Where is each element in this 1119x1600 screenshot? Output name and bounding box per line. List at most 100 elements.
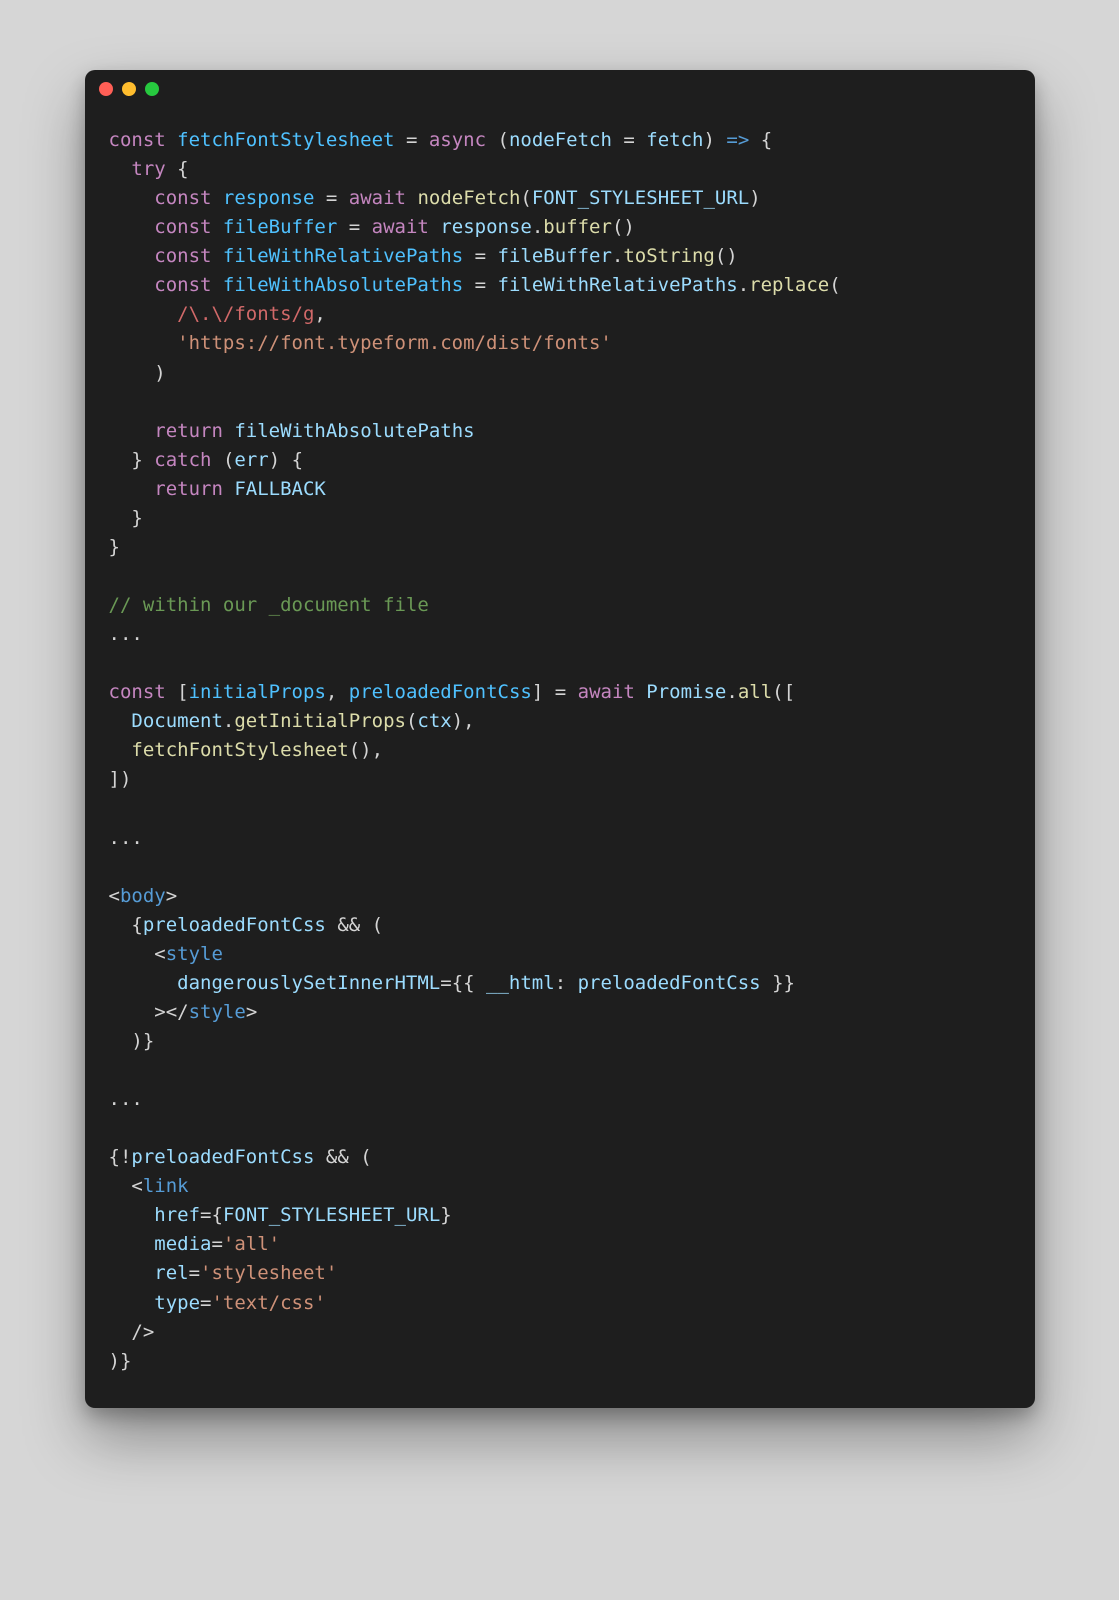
code-token: ...: [109, 1088, 143, 1110]
code-token: [566, 972, 577, 994]
code-token: style: [166, 943, 223, 965]
code-token: =: [555, 681, 566, 703]
code-token: >: [154, 1001, 165, 1023]
code-token: (: [520, 187, 531, 209]
code-token: const: [154, 216, 211, 238]
code-token: 'all': [223, 1233, 280, 1255]
code-token: [109, 1204, 155, 1226]
window-titlebar: [85, 70, 1035, 108]
code-token: ,: [314, 303, 325, 325]
code-token: .: [726, 681, 737, 703]
code-token: [212, 449, 223, 471]
code-token: const: [154, 187, 211, 209]
code-token: =: [475, 245, 486, 267]
code-token: type: [154, 1292, 200, 1314]
code-token: =: [623, 129, 634, 151]
code-token: <: [109, 885, 120, 907]
code-token: }}: [772, 972, 795, 994]
code-token: const: [154, 274, 211, 296]
code-token: ),: [452, 710, 475, 732]
code-token: (: [406, 710, 417, 732]
code-token: initialProps: [189, 681, 326, 703]
code-token: (): [715, 245, 738, 267]
code-token: [109, 507, 132, 529]
code-token: [211, 216, 222, 238]
code-token: const: [109, 681, 166, 703]
code-token: >: [166, 885, 177, 907]
code-token: ): [703, 129, 714, 151]
code-token: fetchFontStylesheet: [177, 129, 394, 151]
code-token: [280, 449, 291, 471]
code-token: [337, 187, 348, 209]
code-token: >: [246, 1001, 257, 1023]
code-token: ): [749, 187, 760, 209]
code-token: [109, 362, 155, 384]
code-token: =: [211, 1233, 222, 1255]
code-token: fetchFontStylesheet: [131, 739, 348, 761]
code-token: async: [429, 129, 486, 151]
code-token: preloadedFontCss: [349, 681, 532, 703]
minimize-icon[interactable]: [122, 82, 136, 96]
code-token: ([: [772, 681, 795, 703]
code-token: [406, 187, 417, 209]
code-token: [761, 972, 772, 994]
code-token: [109, 216, 155, 238]
zoom-icon[interactable]: [145, 82, 159, 96]
code-token: ): [269, 449, 280, 471]
code-token: FONT_STYLESHEET_URL: [532, 187, 749, 209]
code-token: =: [200, 1204, 211, 1226]
code-token: [223, 420, 234, 442]
code-token: dangerouslySetInnerHTML: [177, 972, 440, 994]
code-token: return: [154, 478, 223, 500]
code-token: {: [131, 914, 142, 936]
code-token: .: [223, 710, 234, 732]
code-token: {: [109, 1146, 120, 1168]
code-token: [109, 1030, 132, 1052]
code-token: [109, 710, 132, 732]
code-token: </: [166, 1001, 189, 1023]
code-token: [166, 681, 177, 703]
code-token: [109, 158, 132, 180]
code-token: }: [131, 449, 142, 471]
code-token: nodeFetch: [509, 129, 612, 151]
code-token: =: [200, 1292, 211, 1314]
code-token: /\.\/fonts/g: [177, 303, 314, 325]
code-token: (: [360, 1146, 371, 1168]
code-token: nodeFetch: [417, 187, 520, 209]
code-token: [211, 187, 222, 209]
code-token: [543, 681, 554, 703]
code-token: />: [131, 1321, 154, 1343]
code-token: =: [349, 216, 360, 238]
code-token: style: [189, 1001, 246, 1023]
close-icon[interactable]: [99, 82, 113, 96]
code-token: .: [738, 274, 749, 296]
code-token: ]): [109, 768, 132, 790]
code-token: try: [131, 158, 165, 180]
code-token: :: [555, 972, 566, 994]
code-token: [326, 914, 337, 936]
code-token: response: [223, 187, 315, 209]
code-token: href: [154, 1204, 200, 1226]
code-token: Document: [131, 710, 223, 732]
code-token: [109, 245, 155, 267]
code-token: media: [154, 1233, 211, 1255]
code-token: ]: [532, 681, 543, 703]
code-token: await: [349, 187, 406, 209]
code-token: [635, 681, 646, 703]
code-token: fileBuffer: [223, 216, 337, 238]
code-token: [360, 216, 371, 238]
code-token: return: [154, 420, 223, 442]
code-token: [109, 1175, 132, 1197]
code-block: const fetchFontStylesheet = async (nodeF…: [109, 126, 1011, 1376]
code-window: const fetchFontStylesheet = async (nodeF…: [85, 70, 1035, 1408]
code-token: link: [143, 1175, 189, 1197]
code-token: =: [326, 187, 337, 209]
code-token: [109, 303, 178, 325]
code-token: =: [406, 129, 417, 151]
code-token: <: [154, 943, 165, 965]
code-token: [109, 1233, 155, 1255]
code-token: [463, 274, 474, 296]
code-token: const: [109, 129, 166, 151]
code-token: getInitialProps: [234, 710, 406, 732]
code-token: (: [372, 914, 383, 936]
